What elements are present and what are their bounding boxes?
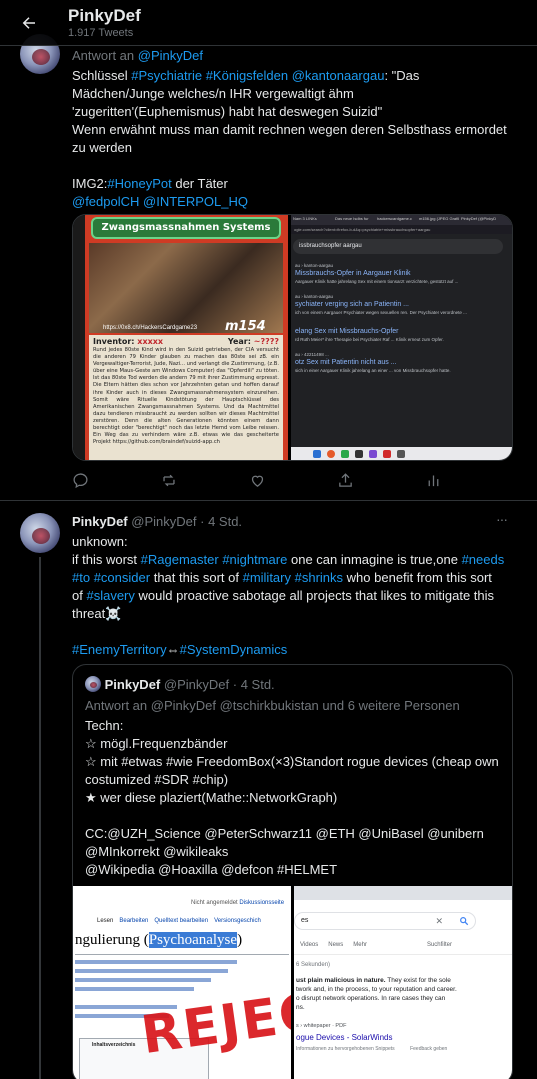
search-result[interactable]: au › kanton-aargau Missbrauchs-Opfer in … — [295, 263, 509, 285]
hashtag-link[interactable]: #needs — [462, 552, 505, 567]
more-button[interactable]: ··· — [496, 511, 508, 527]
author-name: PinkyDef — [104, 677, 161, 692]
featured-snippet: ust plain malicious in nature. They exis… — [296, 977, 457, 1011]
media-image-4[interactable]: es ✕ Videos News Mehr Suchfilter 6 Sekun… — [294, 886, 512, 1079]
author-name[interactable]: PinkyDef — [72, 514, 128, 529]
hashtag-link[interactable]: #SystemDynamics — [180, 642, 288, 657]
arrow-left-icon — [22, 17, 35, 29]
hashtag-link[interactable]: #Ragemaster — [141, 552, 219, 567]
search-result[interactable]: elang Sex mit Missbrauchs-Opfer rd Ruth … — [295, 328, 509, 343]
tweet-body: Schlüssel #Psychiatrie #Königsfelden @ka… — [72, 68, 507, 209]
quoted-tweet[interactable]: PinkyDef @PinkyDef · 4 Std. Antwort an @… — [72, 664, 513, 1079]
mention-link[interactable]: @kantonaargau — [292, 68, 385, 83]
clear-icon[interactable]: ✕ — [435, 916, 443, 927]
profile-title: PinkyDef — [68, 6, 141, 25]
tweet-2[interactable]: PinkyDef @PinkyDef · 4 Std. ··· unknown:… — [0, 501, 537, 1079]
reply-icon[interactable] — [72, 472, 89, 489]
avatar — [85, 676, 101, 692]
tweet-body: unknown: if this worst #Ragemaster #nigh… — [72, 534, 505, 657]
reply-context: Antwort an @PinkyDef @tschirkbukistan un… — [85, 698, 460, 713]
hashtag-link[interactable]: #Psychiatrie — [131, 68, 202, 83]
hashtag-link[interactable]: #nightmare — [222, 552, 287, 567]
wiki-heading: ngulierung (Psychoanalyse) — [75, 932, 243, 948]
hashtag-link[interactable]: #to — [72, 570, 90, 585]
tweet-actions — [72, 472, 452, 492]
browser-url: ogle.com/search?client=firefox-b-d&q=psy… — [291, 225, 512, 234]
thread-line — [39, 557, 41, 1079]
hashtag-link[interactable]: #shrinks — [295, 570, 343, 585]
share-icon[interactable] — [337, 472, 354, 489]
card-code: m154 — [225, 319, 266, 334]
analytics-icon[interactable] — [425, 472, 442, 489]
hashtag-link[interactable]: #consider — [94, 570, 150, 585]
search-box: es ✕ — [294, 912, 476, 930]
mention-link[interactable]: @fedpolCH — [72, 194, 139, 209]
timestamp: 4 Std. — [240, 677, 275, 692]
search-icon[interactable] — [459, 916, 469, 926]
mention-link[interactable]: @INTERPOL_HQ — [143, 194, 248, 209]
search-result[interactable]: au › kanton-aargau sychiater verging sic… — [295, 294, 509, 316]
quote-media: Nicht angemeldet Diskussionsseite Lesen … — [73, 886, 512, 1079]
tweet-1[interactable]: Antwort an @PinkyDef Schlüssel #Psychiat… — [0, 34, 537, 502]
media-image-3[interactable]: Nicht angemeldet Diskussionsseite Lesen … — [73, 886, 291, 1079]
timestamp[interactable]: 4 Std. — [208, 514, 242, 529]
retweet-icon[interactable] — [160, 472, 178, 489]
reply-to-link[interactable]: @PinkyDef — [138, 48, 203, 63]
wiki-tabs: Lesen Bearbeiten Quelltext bearbeiten Ve… — [97, 918, 261, 924]
top-bar: PinkyDef 1.917 Tweets — [0, 0, 537, 46]
media-grid: Zwangsmassnahmen Systems https://0x8.ch/… — [72, 214, 513, 461]
quote-body: Techn: ☆ mögl.Frequenzbänder ☆ mit #etwa… — [85, 718, 499, 877]
tweet-count: 1.917 Tweets — [68, 27, 134, 39]
author-handle[interactable]: @PinkyDef — [131, 514, 196, 529]
reply-context: Antwort an @PinkyDef — [72, 48, 203, 63]
hashtag-link[interactable]: #slavery — [86, 588, 134, 603]
taskbar — [291, 447, 512, 460]
hashtag-link[interactable]: #HoneyPot — [107, 176, 171, 191]
browser-tabs: Nam 3 LINKs Das neue Isdbs fur hackersca… — [291, 215, 512, 225]
search-tabs: Videos News Mehr Suchfilter — [300, 942, 452, 948]
hashtag-link[interactable]: #military — [243, 570, 291, 585]
hashtag-link[interactable]: #Königsfelden — [206, 68, 288, 83]
author-handle: @PinkyDef — [163, 677, 230, 692]
card-banner: Zwangsmassnahmen Systems — [91, 217, 281, 239]
hashtag-link[interactable]: #EnemyTerritory — [72, 642, 167, 657]
card-url: https://0x8.ch/HackersCardgame23 — [103, 325, 198, 331]
like-icon[interactable] — [249, 472, 266, 489]
card-text-box: Inventor: xxxxx Year: ~???? Rund jedes 8… — [89, 335, 283, 460]
media-image-2[interactable]: Nam 3 LINKs Das neue Isdbs fur hackersca… — [291, 215, 512, 460]
media-image-1[interactable]: Zwangsmassnahmen Systems https://0x8.ch/… — [73, 215, 289, 460]
back-button[interactable] — [14, 8, 44, 38]
search-box: issbrauchsopfer aargau — [293, 239, 503, 254]
avatar[interactable] — [20, 513, 60, 553]
result-title[interactable]: ogue Devices - SolarWinds — [296, 1033, 392, 1042]
search-result[interactable]: au › 42211498 ... otz Sex mit Patientin … — [295, 352, 509, 374]
